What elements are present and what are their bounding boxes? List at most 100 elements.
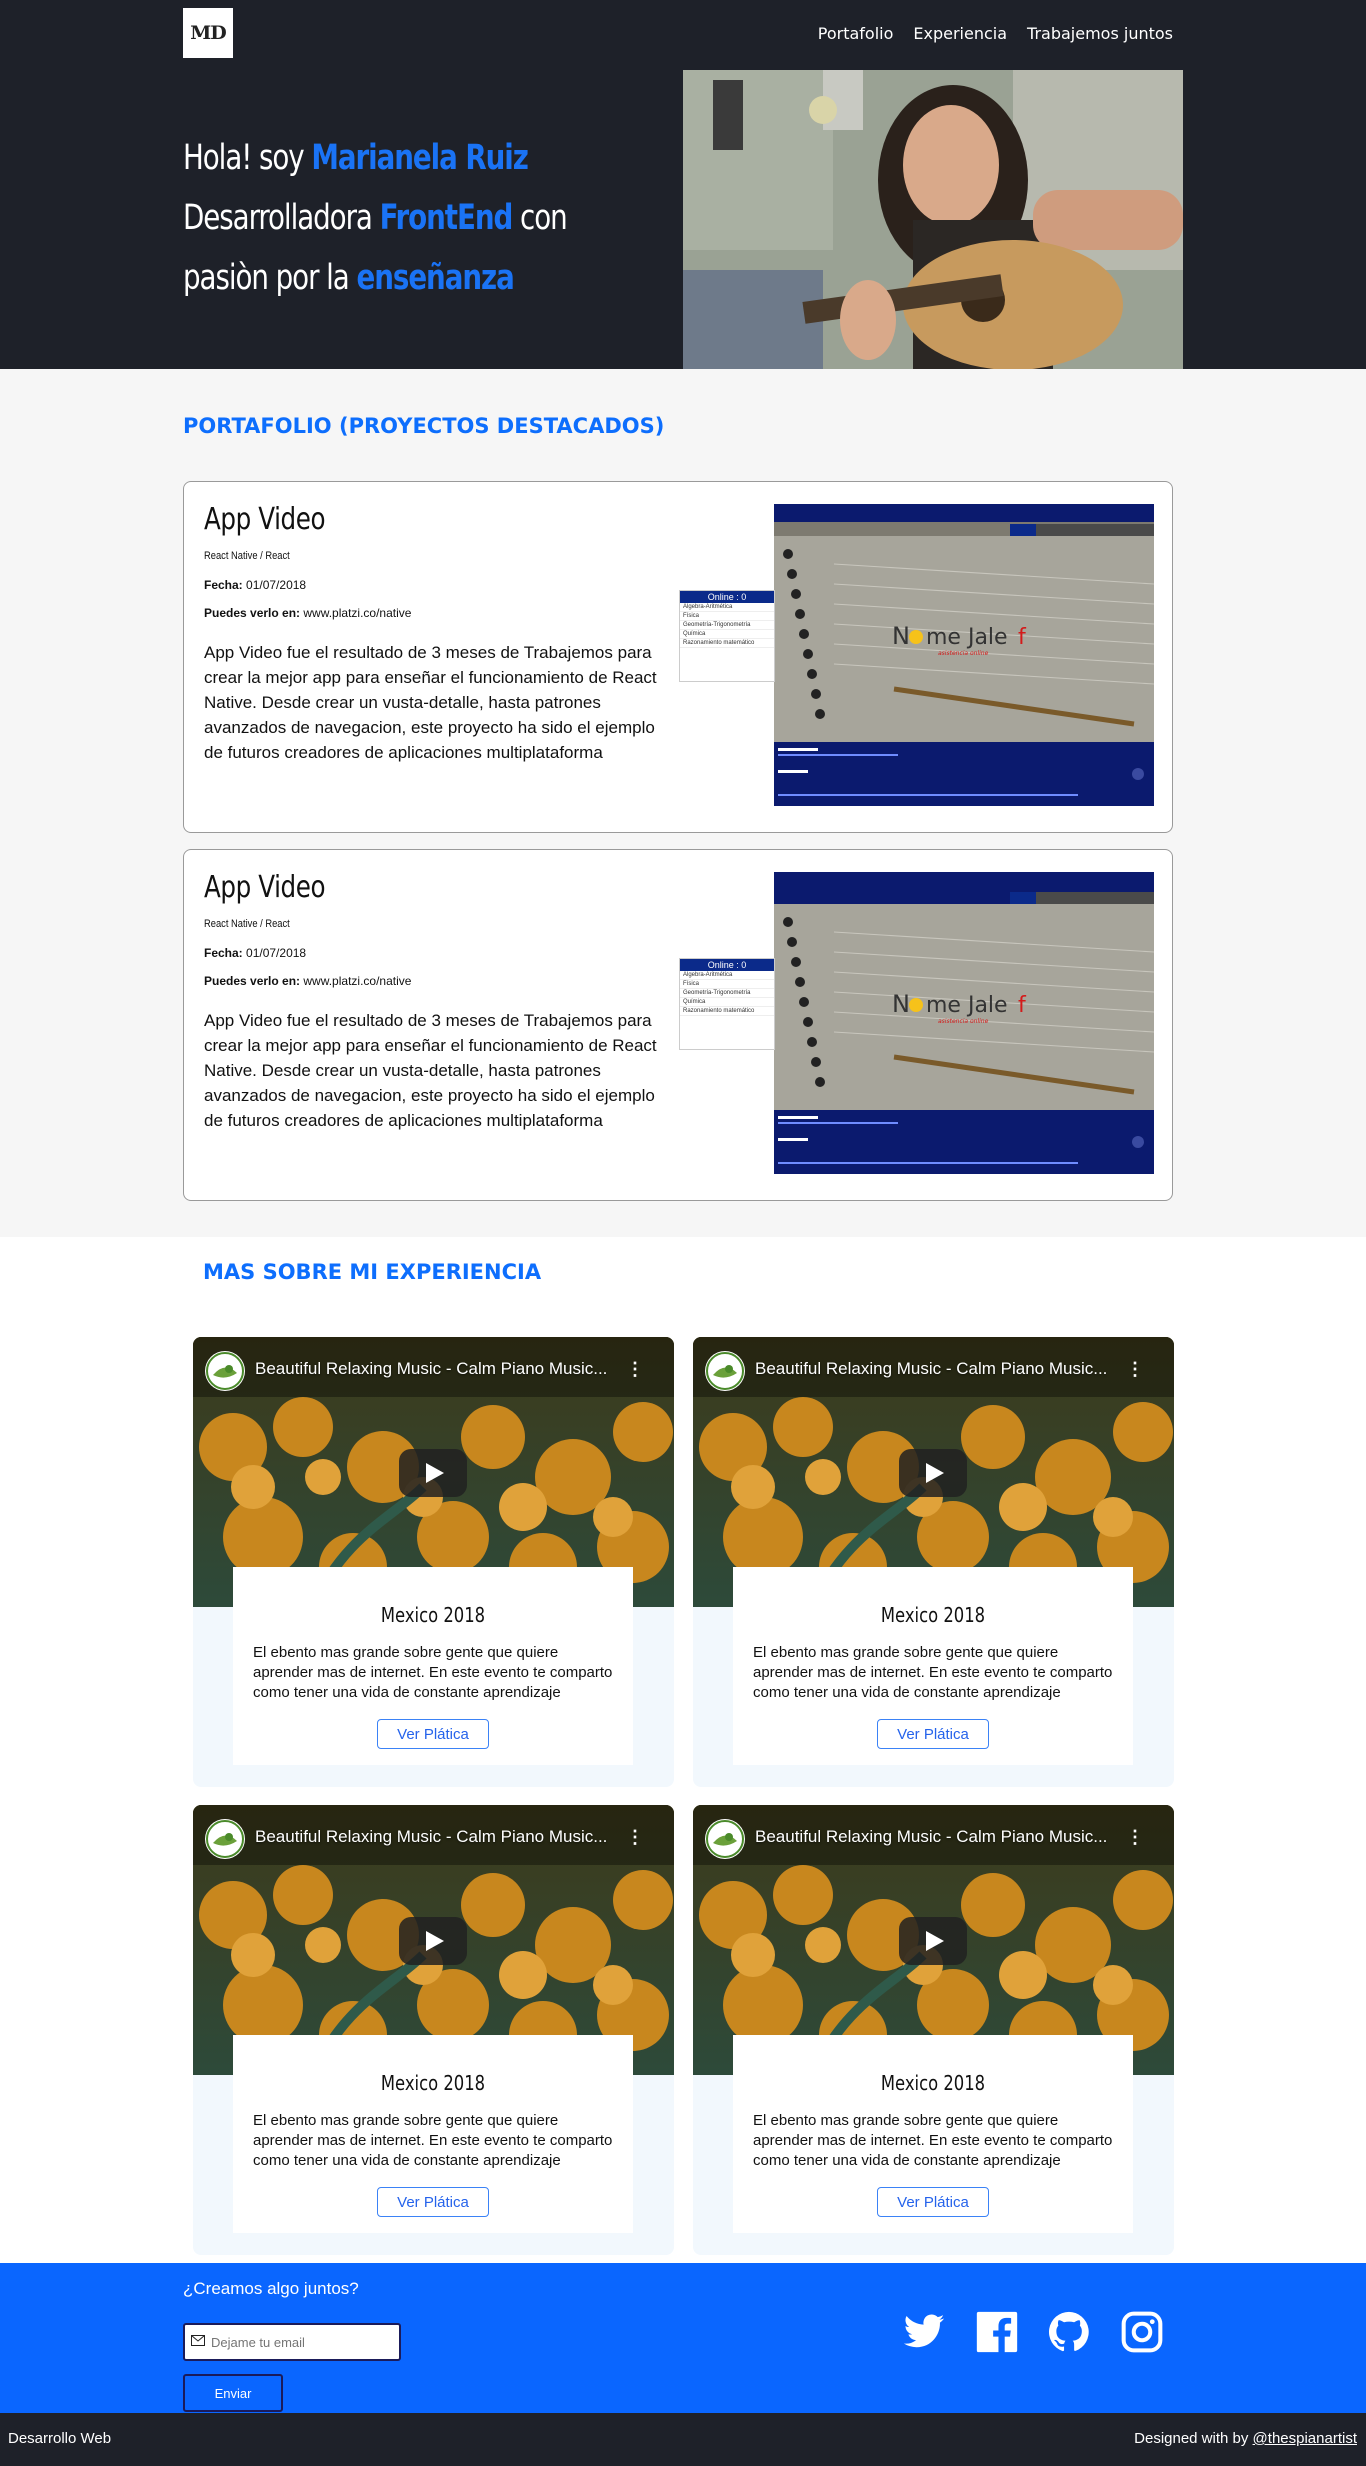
more-options-icon[interactable]: ⋮ (626, 1359, 644, 1380)
play-icon[interactable] (399, 1449, 467, 1497)
contact-section: ¿Creamos algo juntos? Enviar (0, 2263, 1366, 2413)
ver-platica-button[interactable]: Ver Plática (377, 1719, 489, 1749)
mail-icon (191, 2333, 205, 2351)
project-screenshot: N me Jale f asistencia online (774, 872, 1154, 1174)
event-description: El ebento mas grande sobre gente que qui… (253, 2112, 613, 2169)
hero-headline: Hola! soy Marianela Ruiz Desarrolladora … (183, 128, 605, 308)
event-title: Mexico 2018 (880, 2071, 986, 2095)
channel-avatar[interactable] (705, 1819, 745, 1859)
site-label: Puedes verlo en: (204, 974, 301, 988)
online-item[interactable]: Algebra-Aritmética (680, 971, 774, 980)
experience-card: Beautiful Relaxing Music - Calm Piano Mu… (693, 1337, 1174, 1787)
online-item[interactable]: Razonamiento matemático (680, 1007, 774, 1016)
facebook-icon[interactable] (975, 2310, 1019, 2354)
email-input[interactable] (211, 2334, 391, 2350)
headline-frontend: FrontEnd (379, 198, 514, 238)
play-icon[interactable] (899, 1449, 967, 1497)
ver-platica-button[interactable]: Ver Plática (877, 2187, 989, 2217)
portfolio-title: PORTAFOLIO (PROYECTOS DESTACADOS) (183, 414, 665, 438)
experience-card-body: Mexico 2018 El ebento mas grande sobre ge… (233, 1567, 633, 1765)
nav-experiencia[interactable]: Experiencia (913, 24, 1007, 43)
video-title[interactable]: Beautiful Relaxing Music - Calm Piano Mu… (755, 1359, 1115, 1379)
event-description: El ebento mas grande sobre gente que qui… (753, 2112, 1113, 2169)
project-site: Puedes verlo en: www.platzi.co/native (204, 606, 411, 620)
headline-text: con (512, 198, 568, 238)
channel-avatar[interactable] (205, 1351, 245, 1391)
online-widget: Online : 0 Algebra-Aritmética Física Geo… (679, 590, 775, 682)
headline-ensenanza: enseñanza (356, 258, 514, 298)
experience-card: Beautiful Relaxing Music - Calm Piano Mu… (693, 1805, 1174, 2255)
online-item[interactable]: Química (680, 998, 774, 1007)
experience-section: MAS SOBRE MI EXPERIENCIA Beautiful Relax… (0, 1237, 1366, 2263)
instagram-icon[interactable] (1120, 2310, 1164, 2354)
svg-text:f: f (1018, 625, 1027, 650)
hero-section: MD Portafolio Experiencia Trabajemos jun… (0, 0, 1366, 369)
project-description: App Video fue el resultado de 3 meses de… (204, 643, 657, 762)
play-icon[interactable] (399, 1917, 467, 1965)
site-label: Puedes verlo en: (204, 606, 301, 620)
svg-text:f: f (1018, 993, 1027, 1018)
date-value: 01/07/2018 (246, 946, 307, 960)
logo[interactable]: MD (183, 8, 233, 58)
project-date: Fecha: 01/07/2018 (204, 578, 306, 592)
date-label: Fecha: (204, 578, 243, 592)
more-options-icon[interactable]: ⋮ (1126, 1827, 1144, 1848)
online-item[interactable]: Razonamiento matemático (680, 639, 774, 648)
online-item[interactable]: Física (680, 980, 774, 989)
headline-text: pasiòn por la (183, 258, 357, 298)
event-title: Mexico 2018 (380, 2071, 486, 2095)
experience-title: MAS SOBRE MI EXPERIENCIA (203, 1260, 542, 1284)
project-tech: React Native / React (204, 550, 290, 562)
project-card: App Video React Native / React Fecha: 01… (183, 849, 1173, 1201)
online-item[interactable]: Geometría-Trigonometría (680, 989, 774, 998)
github-icon[interactable] (1047, 2310, 1091, 2354)
svg-text:asistencia online: asistencia online (938, 650, 989, 657)
experience-card: Beautiful Relaxing Music - Calm Piano Mu… (193, 1805, 674, 2255)
email-field[interactable] (183, 2323, 401, 2361)
author-link[interactable]: @thespianartist (1253, 2430, 1357, 2447)
send-button[interactable]: Enviar (183, 2374, 283, 2412)
svg-text:N: N (892, 622, 910, 650)
date-value: 01/07/2018 (246, 578, 307, 592)
ver-platica-button[interactable]: Ver Plática (877, 1719, 989, 1749)
experience-card-body: Mexico 2018 El ebento mas grande sobre ge… (233, 2035, 633, 2233)
bottom-left-text: Desarrollo Web (8, 2430, 112, 2447)
channel-avatar[interactable] (705, 1351, 745, 1391)
play-icon[interactable] (899, 1917, 967, 1965)
credits: Designed with by @thespianartist (1134, 2430, 1357, 2447)
headline-text: Hola! soy (183, 138, 312, 178)
headline-text: Desarrolladora (183, 198, 380, 238)
twitter-icon[interactable] (902, 2310, 946, 2354)
ver-platica-button[interactable]: Ver Plática (377, 2187, 489, 2217)
nav-trabajemos-juntos[interactable]: Trabajemos juntos (1027, 24, 1173, 43)
online-widget: Online : 0 Algebra-Aritmética Física Geo… (679, 958, 775, 1050)
video-title[interactable]: Beautiful Relaxing Music - Calm Piano Mu… (255, 1359, 615, 1379)
site-link[interactable]: www.platzi.co/native (303, 606, 411, 620)
event-title: Mexico 2018 (880, 1603, 986, 1627)
headline-name: Marianela Ruiz (311, 138, 528, 178)
online-label: Online : 0 (680, 959, 774, 971)
svg-text:me Jale: me Jale (926, 625, 1008, 650)
online-item[interactable]: Algebra-Aritmética (680, 603, 774, 612)
nav-portafolio[interactable]: Portafolio (818, 24, 894, 43)
top-nav: Portafolio Experiencia Trabajemos juntos (818, 24, 1173, 43)
video-title[interactable]: Beautiful Relaxing Music - Calm Piano Mu… (255, 1827, 615, 1847)
online-item[interactable]: Física (680, 612, 774, 621)
online-item[interactable]: Geometría-Trigonometría (680, 621, 774, 630)
project-description: App Video fue el resultado de 3 meses de… (204, 1011, 657, 1130)
more-options-icon[interactable]: ⋮ (1126, 1359, 1144, 1380)
channel-avatar[interactable] (205, 1819, 245, 1859)
experience-card-body: Mexico 2018 El ebento mas grande sobre ge… (733, 2035, 1133, 2233)
site-link[interactable]: www.platzi.co/native (303, 974, 411, 988)
event-description: El ebento mas grande sobre gente que qui… (753, 1644, 1113, 1701)
project-card: App Video React Native / React Fecha: 01… (183, 481, 1173, 833)
date-label: Fecha: (204, 946, 243, 960)
online-item[interactable]: Química (680, 630, 774, 639)
profile-photo (683, 70, 1183, 369)
project-date: Fecha: 01/07/2018 (204, 946, 306, 960)
project-tech: React Native / React (204, 918, 290, 930)
video-title[interactable]: Beautiful Relaxing Music - Calm Piano Mu… (755, 1827, 1115, 1847)
contact-title: ¿Creamos algo juntos? (183, 2279, 359, 2298)
more-options-icon[interactable]: ⋮ (626, 1827, 644, 1848)
svg-text:asistencia online: asistencia online (938, 1018, 989, 1025)
